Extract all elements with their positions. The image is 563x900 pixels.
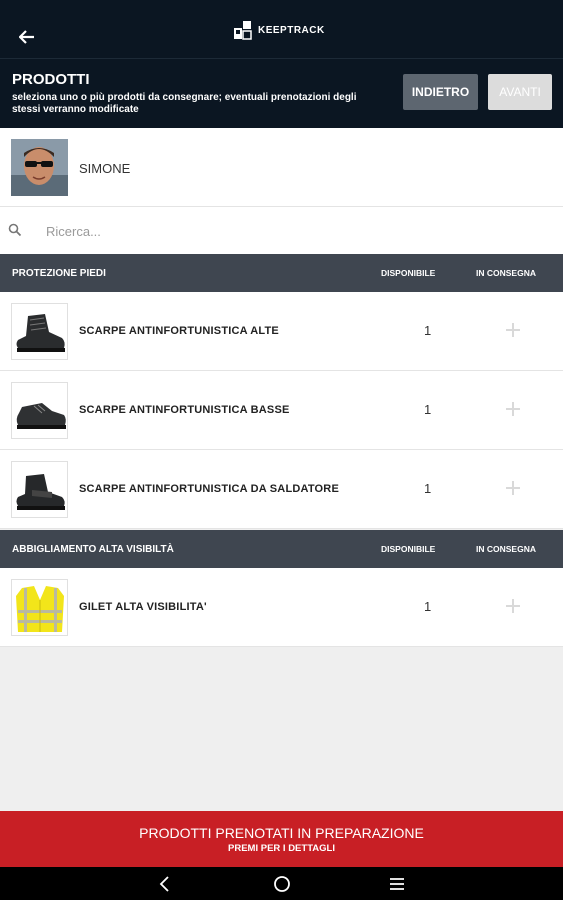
column-delivery-label: IN CONSEGNA (476, 544, 536, 554)
product-available-qty: 1 (424, 323, 432, 338)
page-title: PRODOTTI (12, 71, 90, 88)
plus-icon[interactable] (503, 399, 523, 419)
product-available-qty: 1 (424, 599, 432, 614)
brand-name: KEEPTRACK (258, 24, 325, 36)
user-name: SIMONE (79, 161, 131, 176)
product-name: SCARPE ANTINFORTUNISTICA ALTE (79, 325, 279, 337)
product-row[interactable]: SCARPE ANTINFORTUNISTICA BASSE 1 (0, 371, 563, 450)
section-header-alta-visibilita: ABBIGLIAMENTO ALTA VISIBILTÀ DISPONIBILE… (0, 530, 563, 568)
plus-icon[interactable] (503, 596, 523, 616)
column-available-label: DISPONIBILE (381, 268, 436, 278)
safety-boot-high-icon (16, 314, 65, 352)
product-row[interactable]: SCARPE ANTINFORTUNISTICA DA SALDATORE 1 (0, 450, 563, 529)
app-screen: KEEPTRACK PRODOTTI seleziona uno o più p… (0, 0, 563, 900)
back-arrow-button[interactable] (14, 26, 40, 48)
banner-title: PRODOTTI PRENOTATI IN PREPARAZIONE (139, 825, 424, 841)
section-title: PROTEZIONE PIEDI (12, 268, 106, 279)
product-name: SCARPE ANTINFORTUNISTICA DA SALDATORE (79, 483, 339, 495)
product-available-qty: 1 (424, 402, 432, 417)
app-bar: KEEPTRACK (0, 0, 563, 58)
product-thumbnail (11, 579, 68, 636)
reserved-products-banner[interactable]: PRODOTTI PRENOTATI IN PREPARAZIONE PREMI… (0, 811, 563, 867)
page-subtitle: seleziona uno o più prodotti da consegna… (12, 92, 357, 115)
nav-menu-icon[interactable] (386, 873, 408, 895)
app-logo: KEEPTRACK (233, 20, 325, 40)
product-thumbnail (11, 303, 68, 360)
column-delivery-label: IN CONSEGNA (476, 268, 536, 278)
column-available-label: DISPONIBILE (381, 544, 436, 554)
safety-shoe-low-icon (16, 403, 66, 429)
avatar (11, 139, 68, 196)
product-thumbnail (11, 382, 68, 439)
plus-icon[interactable] (503, 478, 523, 498)
product-row[interactable]: GILET ALTA VISIBILITA' 1 (0, 568, 563, 647)
next-button[interactable]: AVANTI (488, 74, 552, 110)
nav-back-icon[interactable] (154, 873, 176, 895)
arrow-left-icon (19, 30, 34, 44)
plus-icon[interactable] (503, 320, 523, 340)
welder-boot-icon (16, 474, 65, 510)
keeptrack-logo-icon (234, 21, 252, 40)
user-photo-icon (11, 139, 68, 196)
user-row: SIMONE (0, 128, 563, 207)
search-bar (0, 207, 563, 254)
system-navigation-bar (0, 867, 563, 900)
search-icon (8, 223, 22, 237)
banner-subtitle: PREMI PER I DETTAGLI (228, 843, 335, 854)
product-thumbnail (11, 461, 68, 518)
search-input[interactable] (46, 219, 526, 243)
section-header-protezione-piedi: PROTEZIONE PIEDI DISPONIBILE IN CONSEGNA (0, 254, 563, 292)
nav-home-icon[interactable] (271, 873, 293, 895)
product-available-qty: 1 (424, 481, 432, 496)
product-row[interactable]: SCARPE ANTINFORTUNISTICA ALTE 1 (0, 292, 563, 371)
hi-vis-vest-icon (16, 586, 64, 632)
product-name: SCARPE ANTINFORTUNISTICA BASSE (79, 404, 290, 416)
back-button[interactable]: INDIETRO (403, 74, 478, 110)
page-header: PRODOTTI seleziona uno o più prodotti da… (0, 58, 563, 128)
section-title: ABBIGLIAMENTO ALTA VISIBILTÀ (12, 544, 174, 555)
product-name: GILET ALTA VISIBILITA' (79, 601, 207, 613)
